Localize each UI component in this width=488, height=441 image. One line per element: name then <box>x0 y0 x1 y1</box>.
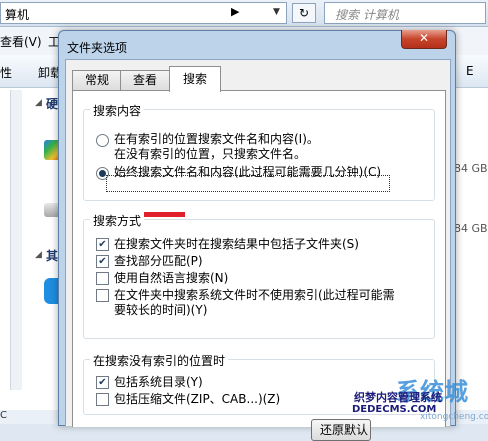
toolbar-properties-button[interactable]: 性 <box>0 64 12 81</box>
group-search-content: 搜索内容 在有索引的位置搜索文件名和内容(I)。 在没有索引的位置，只搜索文件名… <box>83 102 435 201</box>
address-box[interactable]: 算机 ▶ ▼ <box>0 2 287 24</box>
drive-size-label: 84 GB <box>454 222 488 235</box>
tab-general[interactable]: 常规 <box>72 70 122 91</box>
checkbox-label[interactable]: 包括压缩文件(ZIP、CAB...)(Z) <box>114 392 280 406</box>
group-title: 搜索方式 <box>90 212 145 229</box>
checkbox-partial-match[interactable]: ✔ <box>96 255 109 268</box>
search-tab-panel: 搜索内容 在有索引的位置搜索文件名和内容(I)。 在没有索引的位置，只搜索文件名… <box>72 90 446 441</box>
group-search-method: 搜索方式 ✔ 在搜索文件夹时在搜索结果中包括子文件夹(S) ✔ 查找部分匹配(P… <box>83 212 435 339</box>
expand-arrow-icon[interactable]: ◢ <box>35 98 42 108</box>
checkbox-sublabel: 要较长的时间)(Y) <box>114 303 208 317</box>
checkbox-label[interactable]: 在文件夹中搜索系统文件时不使用索引(此过程可能需 <box>114 288 395 302</box>
menu-view[interactable]: 查看(V) <box>0 33 42 50</box>
close-icon[interactable]: ✕ <box>401 30 447 49</box>
section-header-other: 其 <box>46 249 59 263</box>
dialog-body: 常规 查看 搜索 搜索内容 在有索引的位置搜索文件名和内容(I)。 在没有索引的… <box>65 59 451 441</box>
breadcrumb-arrow-icon[interactable]: ▶ <box>231 5 239 18</box>
expand-arrow-icon[interactable]: ◢ <box>35 250 42 260</box>
radio-indexed-search[interactable] <box>96 134 109 147</box>
group-title: 在搜索没有索引的位置时 <box>90 352 229 369</box>
radio-label[interactable]: 始终搜索文件名和内容(此过程可能需要几分钟)(C) <box>114 165 381 179</box>
search-input[interactable]: 搜索 计算机 <box>324 2 486 24</box>
restore-defaults-button[interactable]: 还原默认值(D) <box>311 419 371 441</box>
folder-options-dialog: 文件夹选项 ✕ 常规 查看 搜索 搜索内容 在有索引的位置搜索文件名和内容(I)… <box>58 30 456 441</box>
refresh-icon[interactable]: ↻ <box>292 3 316 23</box>
tab-view[interactable]: 查看 <box>120 70 170 91</box>
toolbar-view-button[interactable]: E <box>466 64 474 78</box>
watermark-site: 织梦内容管理系统 <box>354 391 442 404</box>
radio-sublabel: 在没有索引的位置，只搜索文件名。 <box>114 147 307 161</box>
watermark-url: xitongcheng.com <box>420 412 488 422</box>
radio-label[interactable]: 在有索引的位置搜索文件名和内容(I)。 <box>114 132 319 146</box>
checkbox-include-system-dirs[interactable]: ✔ <box>96 376 109 389</box>
section-header-hard-disks: 硬 <box>46 97 59 111</box>
checkbox-label[interactable]: 使用自然语言搜索(N) <box>114 271 228 285</box>
checkbox-no-index-system-files[interactable] <box>96 289 109 302</box>
address-dropdown-icon[interactable]: ▼ <box>273 7 280 17</box>
dialog-title: 文件夹选项 <box>67 41 128 55</box>
checkbox-include-compressed[interactable] <box>96 393 109 406</box>
drive-size-label: 84 GB <box>454 162 488 175</box>
checkbox-label[interactable]: 查找部分匹配(P) <box>114 254 203 268</box>
address-bar-area: 算机 ▶ ▼ ↻ 搜索 计算机 <box>0 0 488 27</box>
address-text: 算机 <box>5 8 30 22</box>
status-text: C <box>0 410 7 421</box>
checkbox-label[interactable]: 在搜索文件夹时在搜索结果中包括子文件夹(S) <box>114 237 359 251</box>
checkbox-include-subfolders[interactable]: ✔ <box>96 238 109 251</box>
tab-search[interactable]: 搜索 <box>169 66 221 92</box>
group-title: 搜索内容 <box>90 102 145 119</box>
checkbox-natural-language[interactable] <box>96 272 109 285</box>
checkbox-label[interactable]: 包括系统目录(Y) <box>114 375 203 389</box>
search-placeholder: 搜索 计算机 <box>335 8 399 22</box>
